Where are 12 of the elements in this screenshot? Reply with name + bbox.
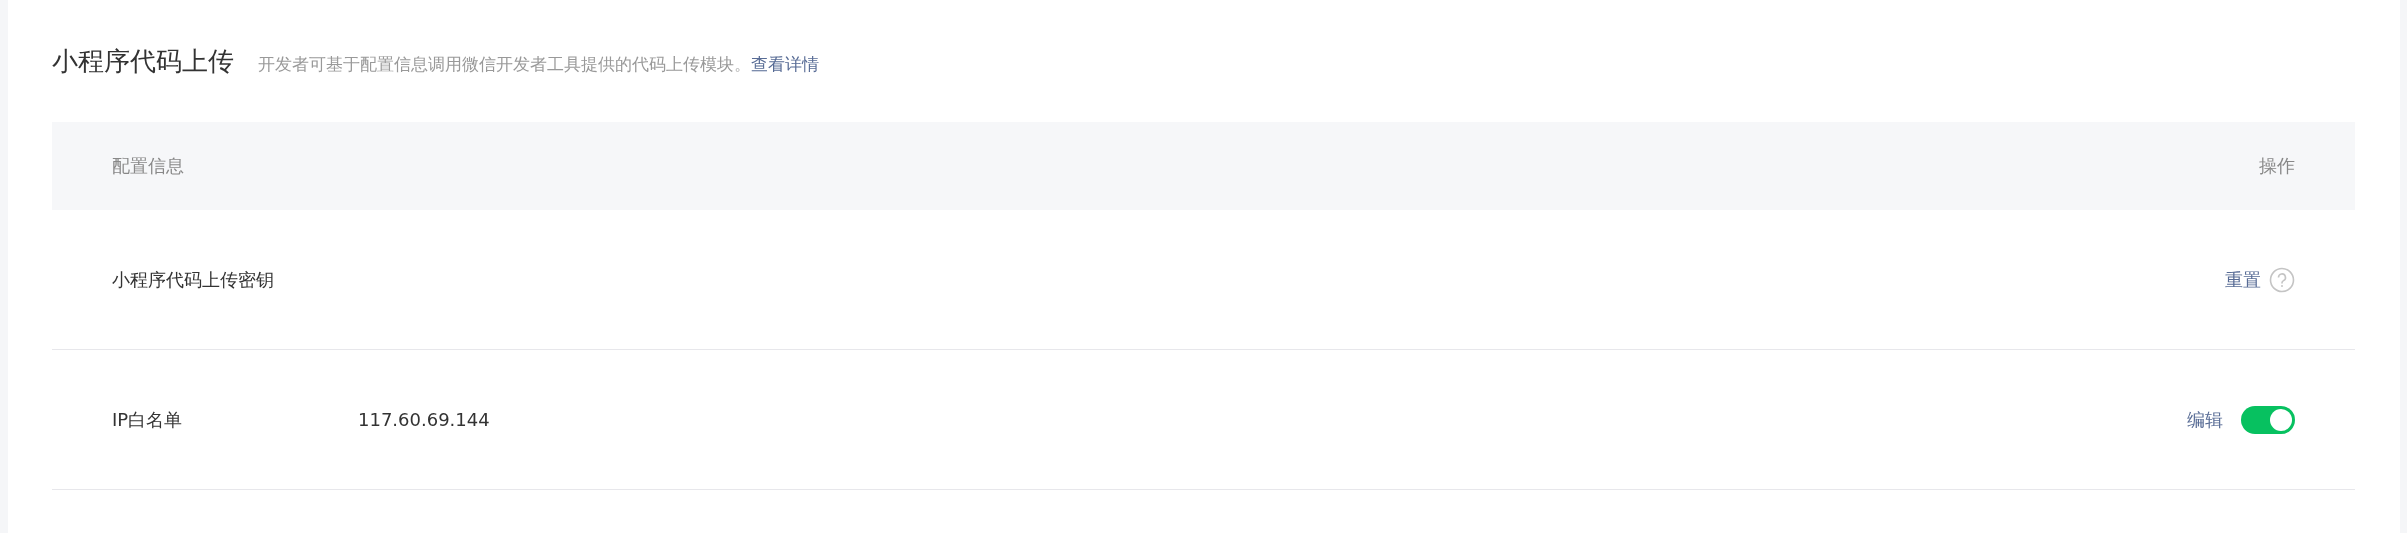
column-header: 操作 <box>2259 154 2295 178</box>
help-icon[interactable] <box>2269 266 2295 293</box>
section-title: 小程序代码上传 <box>52 45 234 78</box>
section-description: 开发者可基于配置信息调用微信开发者工具提供的代码上传模块。查看详情 <box>258 53 819 76</box>
config-label: 小程序代码上传密钥 <box>112 267 275 292</box>
toggle-switch[interactable] <box>2241 405 2295 434</box>
config-label: IP白名单 <box>112 407 184 432</box>
reset-link[interactable]: 重置 <box>2225 267 2261 292</box>
edit-link[interactable]: 编辑 <box>2187 407 2223 432</box>
ip-value: 117.60.69.144 <box>358 409 490 430</box>
details-link[interactable]: 查看详情 <box>751 54 819 74</box>
column-header: 配置信息 <box>112 154 184 178</box>
